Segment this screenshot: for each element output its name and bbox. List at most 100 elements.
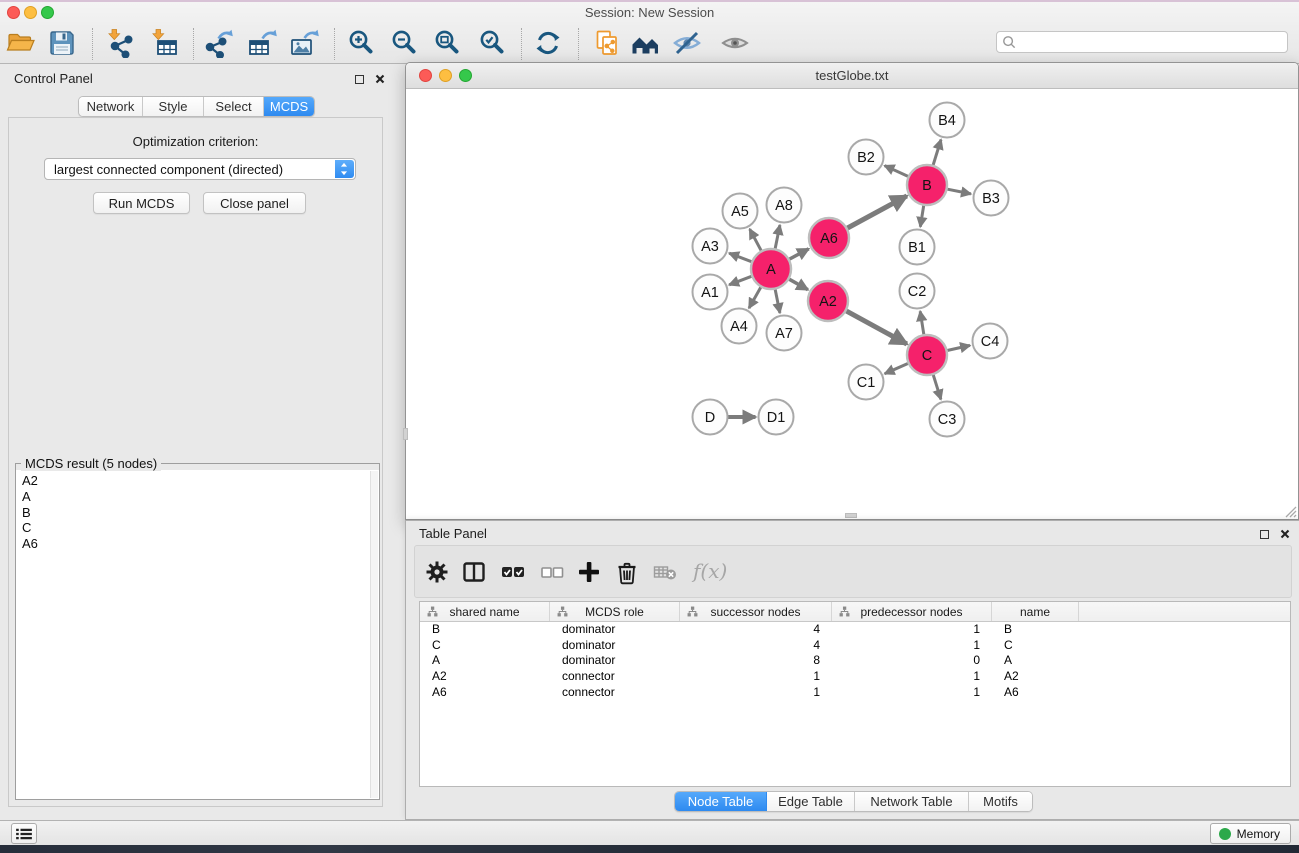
edge-b-b2[interactable]	[885, 166, 910, 178]
control-panel-float-icon[interactable]	[352, 72, 366, 86]
table-cell: 1	[832, 685, 992, 701]
network-canvas[interactable]: B4B2BB3B1A6A5A8A3AA1A2C2A4A7CC4C1C3DD1	[406, 89, 1298, 519]
table-panel-float-icon[interactable]	[1257, 527, 1271, 541]
tab-select[interactable]: Select	[204, 97, 264, 116]
select-all-checkboxes-icon[interactable]	[499, 558, 527, 586]
frame-drag-handle[interactable]	[845, 513, 857, 518]
mcds-result-item[interactable]: B	[16, 505, 379, 521]
column-header-mcds-role[interactable]: MCDS role	[550, 602, 680, 621]
deselect-all-checkboxes-icon[interactable]	[538, 558, 566, 586]
tab-motifs[interactable]: Motifs	[969, 792, 1032, 811]
table-row[interactable]: Adominator80A	[420, 653, 1290, 669]
table-row[interactable]: A6connector11A6	[420, 685, 1290, 701]
mcds-result-title: MCDS result (5 nodes)	[21, 456, 161, 471]
node-label-b: B	[922, 178, 932, 194]
table-cell: A	[420, 653, 550, 669]
task-history-button[interactable]	[11, 823, 37, 844]
import-network-icon	[105, 28, 135, 58]
tab-edge-table[interactable]: Edge Table	[767, 792, 855, 811]
node-label-a: A	[766, 262, 776, 278]
open-session-button[interactable]	[4, 26, 38, 60]
delete-row-trash-icon[interactable]	[613, 558, 641, 586]
network-graph[interactable]: B4B2BB3B1A6A5A8A3AA1A2C2A4A7CC4C1C3DD1	[406, 89, 1298, 519]
column-header-successor-nodes[interactable]: successor nodes	[680, 602, 832, 621]
mcds-result-item[interactable]: A2	[16, 473, 379, 489]
export-network-button[interactable]	[201, 26, 235, 60]
edge-a-a6[interactable]	[788, 249, 809, 260]
table-panel-close-icon[interactable]	[1278, 527, 1292, 541]
edge-a-a1[interactable]	[729, 276, 753, 285]
edge-c-c3[interactable]	[933, 373, 941, 399]
edge-a-a5[interactable]	[750, 229, 762, 252]
close-panel-button[interactable]: Close panel	[203, 192, 306, 214]
edge-b-b3[interactable]	[946, 189, 971, 194]
houses-button[interactable]	[628, 26, 662, 60]
table-row[interactable]: A2connector11A2	[420, 669, 1290, 685]
result-list-scrollbar[interactable]	[370, 471, 378, 798]
network-window-title: testGlobe.txt	[406, 68, 1298, 83]
export-table-button[interactable]	[245, 26, 279, 60]
import-network-button[interactable]	[103, 26, 137, 60]
node-label-a1: A1	[701, 285, 719, 301]
zoom-fit-button[interactable]	[431, 26, 465, 60]
mcds-panel: Optimization criterion: largest connecte…	[8, 117, 383, 807]
zoom-out-button[interactable]	[388, 26, 422, 60]
optimization-label: Optimization criterion:	[9, 134, 382, 149]
settings-gear-icon[interactable]	[423, 558, 451, 586]
tab-network[interactable]: Network	[79, 97, 143, 116]
edge-c-c4[interactable]	[946, 345, 971, 351]
hierarchy-icon	[557, 606, 568, 617]
edge-c-c2[interactable]	[920, 311, 924, 336]
new-network-from-selection-button[interactable]	[590, 26, 624, 60]
houses-icon	[630, 28, 660, 58]
save-session-button[interactable]	[45, 26, 79, 60]
tab-network-table[interactable]: Network Table	[855, 792, 969, 811]
edge-a2-c[interactable]	[845, 310, 907, 344]
tab-node-table[interactable]: Node Table	[675, 792, 767, 811]
edge-b-b4[interactable]	[933, 140, 941, 167]
node-label-c1: C1	[857, 375, 876, 391]
table-row[interactable]: Cdominator41C	[420, 638, 1290, 654]
memory-button[interactable]: Memory	[1210, 823, 1291, 844]
zoom-in-button[interactable]	[345, 26, 379, 60]
network-window-titlebar[interactable]: testGlobe.txt	[406, 63, 1298, 89]
search-input[interactable]	[1019, 33, 1279, 51]
import-table-button[interactable]	[147, 26, 181, 60]
function-builder-button[interactable]: f(x)	[687, 558, 733, 584]
edge-a-a2[interactable]	[788, 278, 808, 289]
show-columns-icon[interactable]	[460, 558, 488, 586]
floppy-disk-icon	[47, 28, 77, 58]
edge-a-a4[interactable]	[749, 286, 762, 309]
edge-b-b1[interactable]	[920, 204, 924, 227]
resize-grip[interactable]	[1283, 504, 1297, 518]
control-panel-close-icon[interactable]	[373, 72, 387, 86]
mcds-result-item[interactable]: A	[16, 489, 379, 505]
add-row-plus-icon[interactable]	[575, 558, 603, 586]
optimization-select[interactable]: largest connected component (directed)	[44, 158, 356, 180]
edge-a-a3[interactable]	[729, 253, 753, 262]
column-header-name[interactable]: name	[992, 602, 1079, 621]
show-all-button[interactable]	[718, 26, 752, 60]
mcds-result-item[interactable]: A6	[16, 536, 379, 552]
tab-mcds[interactable]: MCDS	[264, 97, 314, 116]
table-header-row: shared nameMCDS rolesuccessor nodesprede…	[420, 602, 1290, 622]
export-image-button[interactable]	[287, 26, 321, 60]
search-field[interactable]	[996, 31, 1288, 53]
column-header-shared-name[interactable]: shared name	[420, 602, 550, 621]
mcds-result-list[interactable]: A2ABCA6	[16, 470, 379, 799]
edge-a-a7[interactable]	[775, 288, 780, 313]
delete-table-icon[interactable]	[651, 558, 679, 586]
table-cell: B	[992, 622, 1079, 638]
edge-a6-b[interactable]	[846, 196, 907, 229]
mcds-result-item[interactable]: C	[16, 520, 379, 536]
tab-style[interactable]: Style	[143, 97, 204, 116]
column-header-predecessor-nodes[interactable]: predecessor nodes	[832, 602, 992, 621]
zoom-selected-button[interactable]	[476, 26, 510, 60]
table-row[interactable]: Bdominator41B	[420, 622, 1290, 638]
edge-c-c1[interactable]	[885, 363, 910, 374]
refresh-view-button[interactable]	[531, 26, 565, 60]
hide-selected-button[interactable]	[670, 26, 704, 60]
run-mcds-button[interactable]: Run MCDS	[93, 192, 190, 214]
frame-drag-handle[interactable]	[403, 428, 408, 440]
edge-a-a8[interactable]	[775, 225, 780, 250]
